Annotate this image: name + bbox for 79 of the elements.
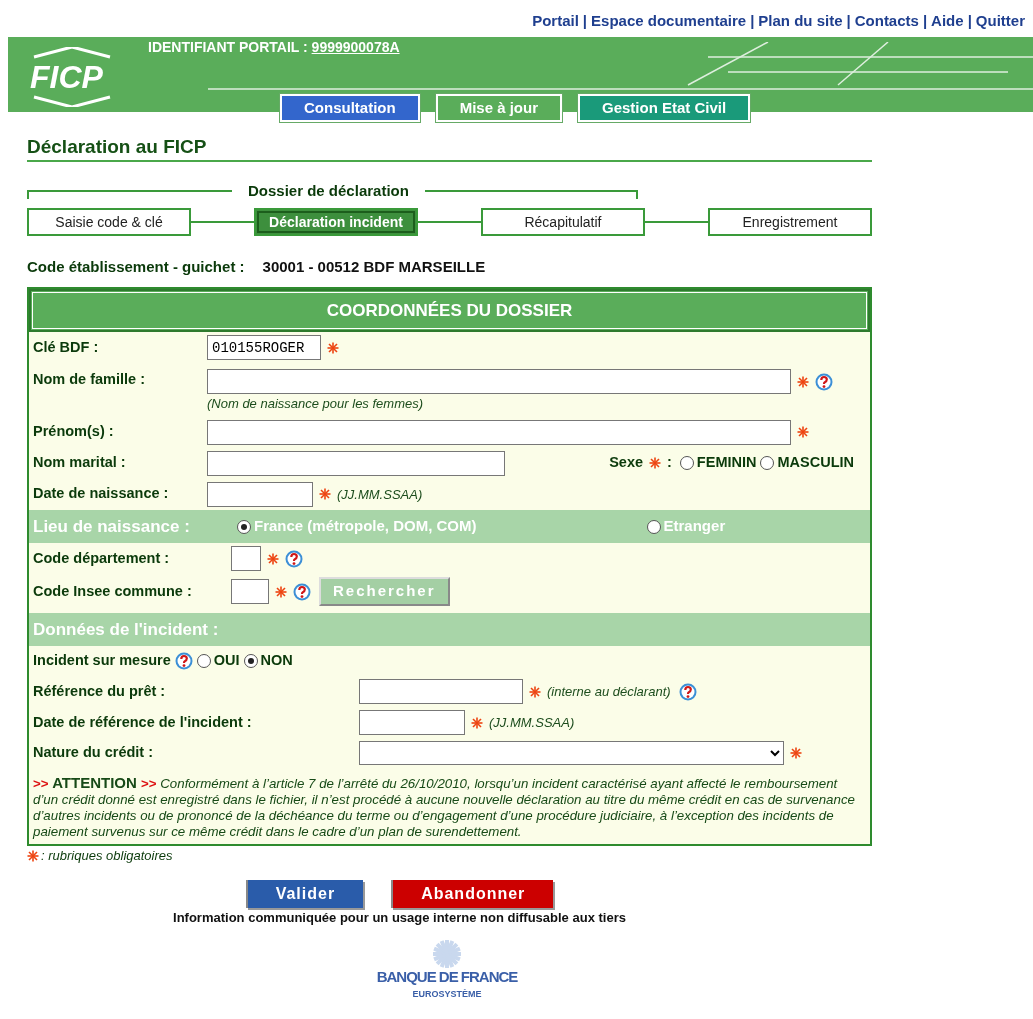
input-field[interactable] <box>231 579 269 605</box>
field-label: Prénom(s) : <box>33 422 115 442</box>
top-link[interactable]: Portail <box>532 10 579 33</box>
logo-text: FICP <box>30 60 103 93</box>
identifier-value: 9999900078A <box>311 38 400 55</box>
top-link[interactable]: Aide <box>931 10 964 33</box>
option-label: OUI <box>213 651 240 671</box>
logo-subtitle: EUROSYSTÈME <box>412 989 482 1000</box>
input-field[interactable] <box>207 369 791 395</box>
footer-note: Information communiquée pour un usage interne non diffusable aux tiers <box>172 908 627 927</box>
hint-text: (JJ.MM.SSAA) <box>489 714 575 733</box>
help-icon[interactable] <box>678 682 697 701</box>
help-icon[interactable] <box>815 372 833 391</box>
field-label: Sexe <box>609 453 643 473</box>
hint-text: (JJ.MM.SSAA) <box>337 485 423 504</box>
establishment-value: 30001 - 00512 BDF MARSEILLE <box>262 257 486 278</box>
input-field[interactable] <box>207 450 505 476</box>
input-field[interactable] <box>231 546 261 572</box>
section-title: Données de l'incident : <box>33 618 219 641</box>
radio-button[interactable] <box>646 519 661 534</box>
step-tab[interactable]: Récapitulatif <box>481 208 645 237</box>
colon-text: : <box>667 453 672 473</box>
establishment-label: Code établissement - guichet : <box>27 257 245 278</box>
action-button[interactable]: Abandonner <box>391 879 554 908</box>
step-tab[interactable]: Saisie code & clé <box>27 208 191 237</box>
input-field[interactable] <box>207 481 313 507</box>
field-label: Code département : <box>33 548 171 568</box>
top-link[interactable]: Quitter <box>975 10 1025 33</box>
input-field[interactable] <box>359 710 465 736</box>
radio-button[interactable] <box>243 654 258 669</box>
field-label: Nom marital : <box>33 453 127 473</box>
identifier-label: IDENTIFIANT PORTAIL : <box>148 38 309 55</box>
input-field[interactable] <box>207 419 791 445</box>
form-title: COORDONNÉES DU DOSSIER <box>29 288 870 333</box>
logo-text: BANQUE DE FRANCE <box>376 969 518 986</box>
help-icon[interactable] <box>293 582 311 601</box>
field-label: Référence du prêt : <box>33 681 167 701</box>
input-field[interactable]: 010155ROGER <box>207 335 321 361</box>
option-label: FEMININ <box>696 453 757 473</box>
field-label: Incident sur mesure <box>33 651 171 671</box>
nav-tab[interactable]: Gestion Etat Civil <box>578 93 751 122</box>
link-separator: | <box>967 11 972 31</box>
option-label: NON <box>260 651 293 671</box>
select-field[interactable] <box>359 741 784 766</box>
help-icon[interactable] <box>285 549 303 568</box>
hint-text: (interne au déclarant) <box>547 683 671 702</box>
field-label: Clé BDF : <box>33 337 100 357</box>
radio-button[interactable] <box>196 654 211 669</box>
link-separator: | <box>846 11 851 31</box>
legend-text: : rubriques obligatoires <box>41 847 173 866</box>
field-label: Nom de famille : <box>33 370 146 390</box>
top-link[interactable]: Espace documentaire <box>591 10 747 33</box>
action-button[interactable]: Valider <box>245 879 364 908</box>
help-icon[interactable] <box>174 652 193 671</box>
star-emblem-icon <box>432 939 462 970</box>
radio-button[interactable] <box>237 519 251 534</box>
top-link[interactable]: Contacts <box>854 10 919 33</box>
link-separator: | <box>750 11 755 31</box>
radio-button[interactable] <box>679 456 694 471</box>
required-asterisk-icon <box>27 849 39 862</box>
nav-tab[interactable]: Consultation <box>280 93 420 122</box>
field-label: Nature du crédit : <box>33 743 155 763</box>
radio-button[interactable] <box>760 456 775 471</box>
option-label: Etranger <box>663 516 726 537</box>
option-label: France (métropole, DOM, COM) <box>254 516 477 537</box>
attention-paragraph: >> ATTENTION >> Conformément à l’article 7 de l’arrêté du 26/10/2010, lorsqu’un incident caractérisé ayant affecté le remboursement d’un crédit donné est enregistré dans le fichier, il n’est procédé à aucune nouvelle déclaration au titre du même crédit en cas de survenance d’autres incidents ou de prononcé de la déchéance du terme ou d’engagement d’une procédure judiciaire, à l’exception des incidents de paiement survenus sur ce même crédit dans le cadre d’un plan de surendettement. <box>31 773 856 842</box>
field-label: Date de référence de l'incident : <box>33 712 253 732</box>
field-label: Code Insee commune : <box>33 581 193 601</box>
input-field[interactable] <box>359 679 523 705</box>
step-tab[interactable]: Enregistrement <box>708 208 872 237</box>
field-label: Date de naissance : <box>33 484 170 504</box>
option-label: MASCULIN <box>777 453 854 473</box>
step-tab[interactable]: Déclaration incident <box>254 208 418 237</box>
page-title: Déclaration au FICP <box>27 121 872 163</box>
link-separator: | <box>922 11 928 31</box>
section-title: Lieu de naissance : <box>33 515 191 538</box>
top-link[interactable]: Plan du site <box>758 10 843 33</box>
link-separator: | <box>582 11 588 31</box>
hint-text: (Nom de naissance pour les femmes) <box>207 395 425 414</box>
